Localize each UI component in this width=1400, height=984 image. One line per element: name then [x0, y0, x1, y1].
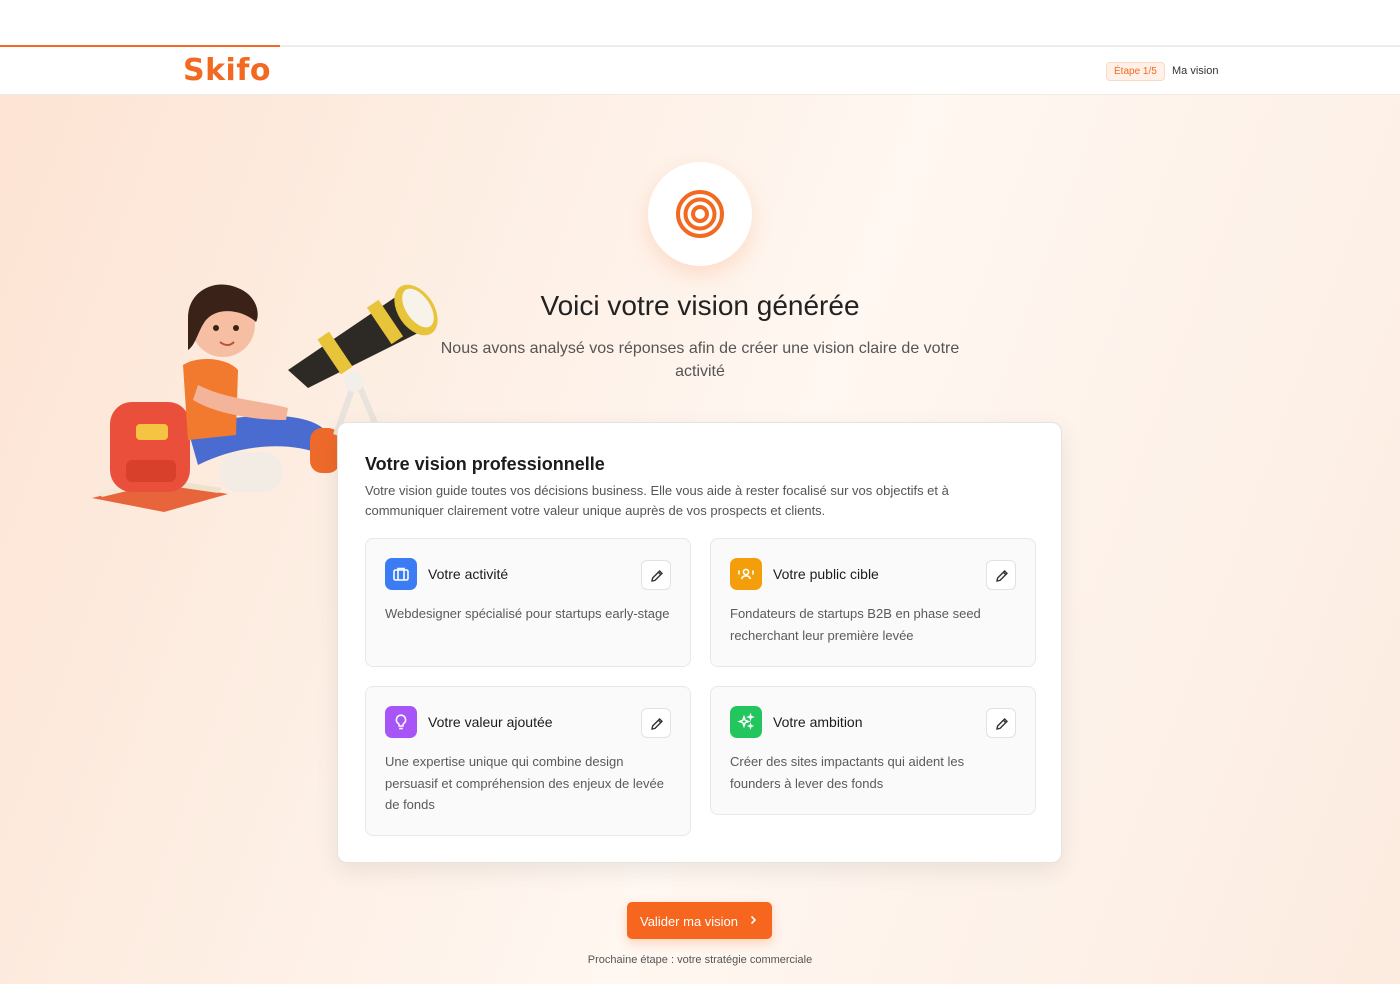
cta-label: Valider ma vision	[640, 914, 739, 929]
target-icon	[676, 190, 724, 238]
tile-activite: Votre activité Webdesigner spécialisé po…	[365, 538, 691, 667]
vision-card: Votre vision professionnelle Votre visio…	[337, 422, 1062, 863]
validate-vision-button[interactable]: Valider ma vision	[627, 902, 772, 939]
chevron-right-icon	[750, 915, 757, 925]
page-title: Voici votre vision générée	[540, 290, 860, 321]
lightbulb-icon	[395, 714, 407, 730]
audience-icon	[738, 568, 754, 580]
edit-valeur-ajoutee-button[interactable]	[641, 708, 671, 738]
briefcase-icon	[393, 567, 409, 581]
tile-title: Votre public cible	[773, 566, 879, 582]
header: Skifo Étape 1/5 Ma vision	[0, 47, 1400, 95]
tile-icon-ambition	[730, 706, 762, 738]
pencil-icon	[651, 570, 663, 582]
next-step-text: Prochaine étape : votre stratégie commer…	[587, 954, 813, 966]
step-name: Ma vision	[1172, 65, 1219, 77]
tile-icon-public-cible	[730, 558, 762, 590]
top-strip	[0, 0, 1400, 46]
tile-text: Créer des sites impactants qui aident le…	[730, 754, 965, 791]
pencil-icon	[651, 718, 663, 730]
tile-ambition: Votre ambition Créer des sites impactant…	[710, 686, 1036, 815]
logo[interactable]: Skifo	[183, 53, 271, 88]
tile-icon-valeur-ajoutee	[385, 706, 417, 738]
edit-public-cible-button[interactable]	[986, 560, 1016, 590]
pencil-icon	[996, 718, 1008, 730]
tile-title: Votre activité	[428, 566, 509, 582]
tile-icon-activite	[385, 558, 417, 590]
tile-public-cible: Votre public cible Fondateurs de startup…	[710, 538, 1036, 667]
hero-icon-circle	[648, 162, 752, 266]
pencil-icon	[996, 570, 1008, 582]
tile-text: Une expertise unique qui combine design …	[385, 754, 664, 812]
tile-title: Votre valeur ajoutée	[428, 714, 553, 730]
tile-title: Votre ambition	[773, 714, 863, 730]
edit-ambition-button[interactable]	[986, 708, 1016, 738]
card-title: Votre vision professionnelle	[365, 454, 605, 474]
sparkles-icon	[737, 713, 755, 730]
step-badge: Étape 1/5	[1106, 62, 1165, 81]
tile-text: Fondateurs de startups B2B en phase seed…	[730, 606, 981, 643]
tile-valeur-ajoutee: Votre valeur ajoutée Une expertise uniqu…	[365, 686, 691, 836]
page-subtitle: Nous avons analysé vos réponses afin de …	[440, 340, 960, 380]
card-description: Votre vision guide toutes vos décisions …	[365, 483, 949, 518]
edit-activite-button[interactable]	[641, 560, 671, 590]
tile-text: Webdesigner spécialisé pour startups ear…	[385, 606, 670, 621]
